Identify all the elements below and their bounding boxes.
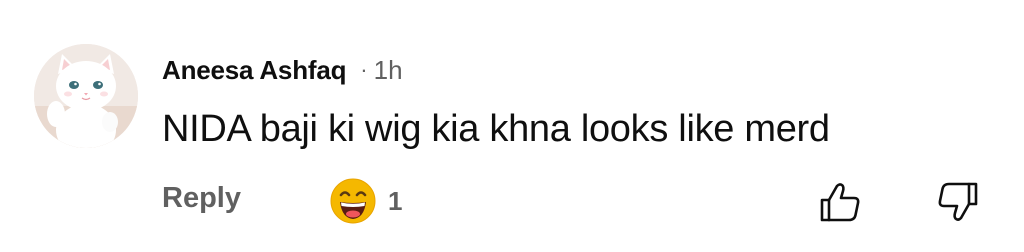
comment-card: Aneesa Ashfaq · 1h NIDA baji ki wig kia … bbox=[0, 0, 1024, 252]
comment-actions: Reply 1 bbox=[0, 176, 1024, 226]
separator-dot: · bbox=[360, 57, 368, 82]
thumbs-up-icon bbox=[820, 183, 860, 222]
grinning-face-emoji-icon bbox=[330, 178, 376, 224]
dislike-button[interactable] bbox=[936, 180, 980, 224]
avatar[interactable] bbox=[34, 44, 138, 148]
reply-button[interactable]: Reply bbox=[162, 182, 241, 215]
reaction-count: 1 bbox=[388, 185, 403, 216]
thumbs-down-icon bbox=[938, 182, 978, 221]
comment-header: Aneesa Ashfaq · 1h bbox=[162, 52, 403, 88]
comment-text: NIDA baji ki wig kia khna looks like mer… bbox=[162, 108, 830, 150]
white-kitten-avatar-icon bbox=[34, 44, 138, 148]
timestamp[interactable]: 1h bbox=[374, 55, 403, 86]
like-button[interactable] bbox=[818, 180, 862, 224]
reaction-badge[interactable]: 1 bbox=[330, 178, 402, 224]
author-name[interactable]: Aneesa Ashfaq bbox=[162, 55, 346, 86]
